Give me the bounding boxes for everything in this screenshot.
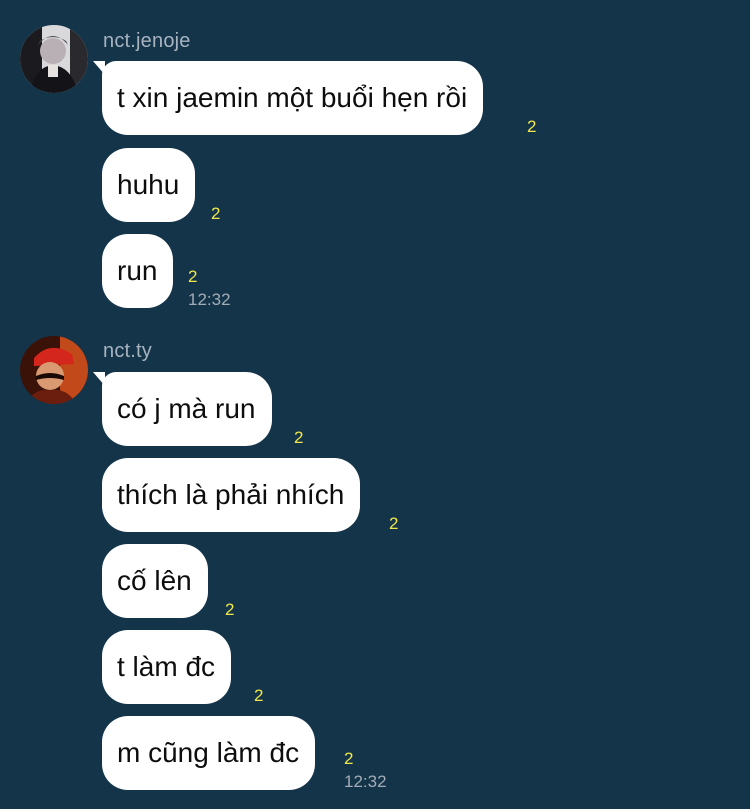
read-count: 2 <box>254 686 264 705</box>
message-row: cố lên 2 <box>102 544 234 619</box>
user-avatar-icon <box>20 336 88 404</box>
message-bubble[interactable]: cố lên <box>102 544 208 618</box>
sender-name: nct.jenoje <box>103 30 191 52</box>
avatar-nct-jenoje[interactable] <box>20 25 88 93</box>
message-bubble[interactable]: t làm đc <box>102 630 232 704</box>
message-bubble[interactable]: m cũng làm đc <box>102 716 316 790</box>
message-meta: 2 <box>294 428 303 448</box>
message-meta: 2 12:32 <box>188 267 231 310</box>
message-timestamp: 12:32 <box>344 772 387 791</box>
message-meta: 2 <box>254 686 263 706</box>
message-timestamp: 12:32 <box>188 290 231 309</box>
message-row: run 2 12:32 <box>102 234 231 309</box>
message-bubble[interactable]: thích là phải nhích <box>102 458 361 532</box>
read-count: 2 <box>389 514 399 533</box>
message-meta: 2 <box>527 117 536 137</box>
message-row: t làm đc 2 <box>102 630 263 705</box>
read-count: 2 <box>294 428 304 447</box>
message-bubble[interactable]: có j mà run <box>102 372 272 446</box>
read-count: 2 <box>188 267 198 286</box>
message-meta: 2 12:32 <box>344 749 387 792</box>
read-count: 2 <box>344 749 354 768</box>
bubble-tail <box>93 61 105 75</box>
bubble-tail <box>93 372 105 386</box>
message-row: m cũng làm đc 2 12:32 <box>102 716 387 791</box>
avatar-nct-ty[interactable] <box>20 336 88 404</box>
message-bubble[interactable]: huhu <box>102 148 196 222</box>
message-row: thích là phải nhích 2 <box>102 458 398 533</box>
message-meta: 2 <box>225 600 234 620</box>
message-meta: 2 <box>389 514 398 534</box>
read-count: 2 <box>527 117 537 136</box>
message-row: t xin jaemin một buổi hẹn rồi 2 <box>93 61 536 136</box>
user-avatar-icon <box>20 25 88 93</box>
sender-name: nct.ty <box>103 340 152 362</box>
read-count: 2 <box>225 600 235 619</box>
message-row: có j mà run 2 <box>93 372 303 447</box>
message-bubble[interactable]: t xin jaemin một buổi hẹn rồi <box>102 61 484 135</box>
message-bubble[interactable]: run <box>102 234 174 308</box>
message-row: huhu 2 <box>102 148 220 223</box>
message-meta: 2 <box>211 204 220 224</box>
read-count: 2 <box>211 204 221 223</box>
